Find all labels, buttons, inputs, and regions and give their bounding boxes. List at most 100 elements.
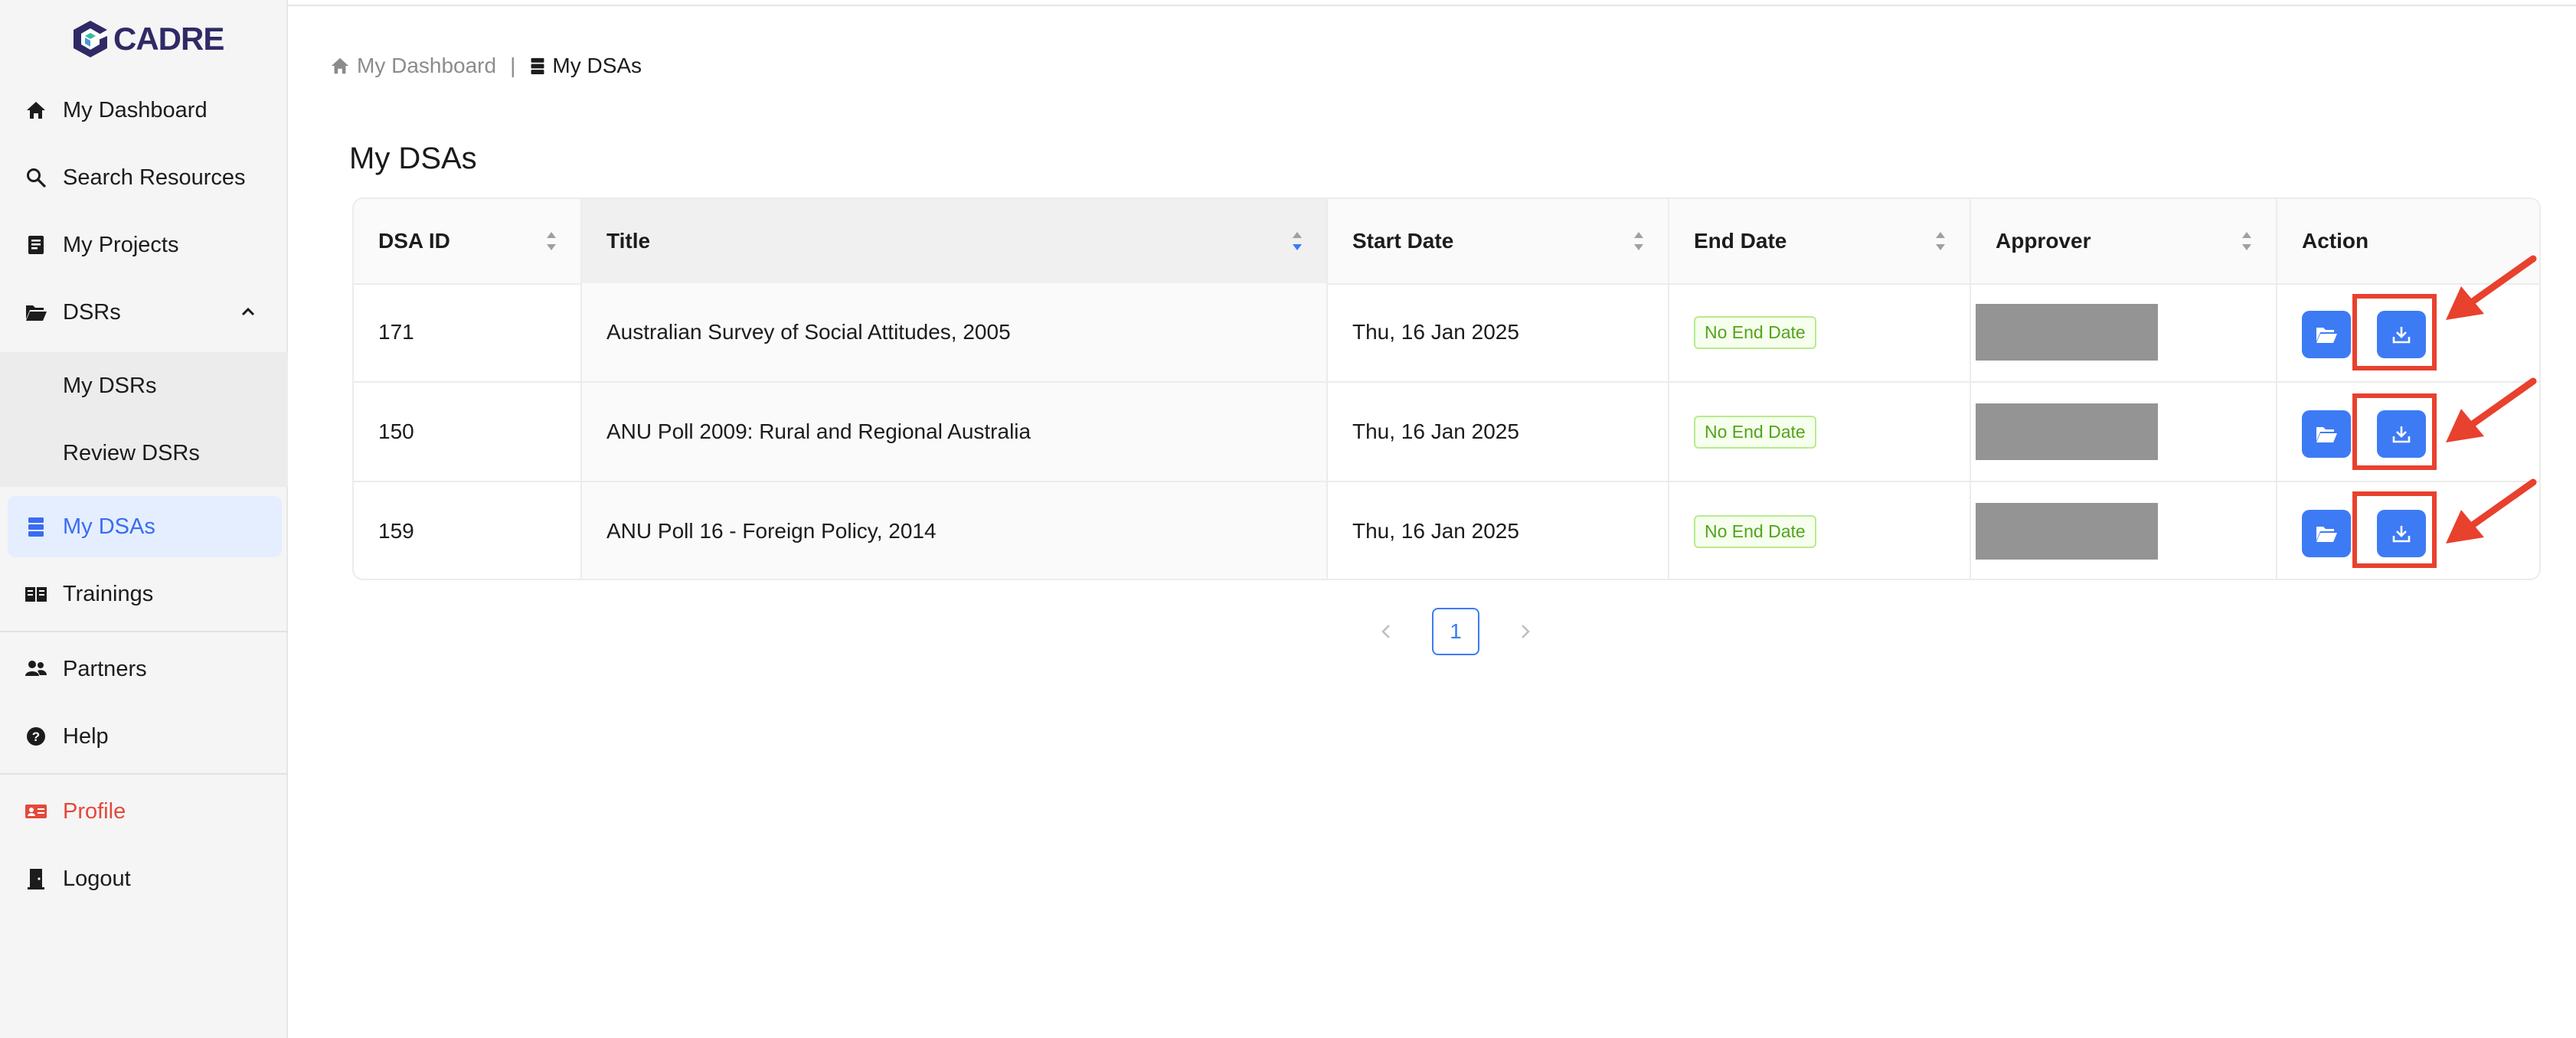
- sidebar-item-logout[interactable]: Logout: [0, 848, 288, 909]
- column-header-start-date[interactable]: Start Date: [1328, 199, 1669, 283]
- projects-icon: [25, 233, 47, 256]
- database-icon: [25, 515, 47, 538]
- cell-end-date: No End Date: [1669, 482, 1971, 579]
- table-row: 150 ANU Poll 2009: Rural and Regional Au…: [354, 383, 2539, 482]
- sidebar-item-label: My DSAs: [63, 514, 155, 539]
- page-title: My DSAs: [349, 141, 477, 175]
- logout-icon: [25, 867, 47, 890]
- sidebar-item-search-resources[interactable]: Search Resources: [0, 147, 288, 208]
- team-icon: [25, 658, 47, 681]
- open-folder-button[interactable]: [2302, 410, 2351, 458]
- sidebar-item-dsrs[interactable]: DSRs: [0, 282, 288, 343]
- cadre-logo-icon: [74, 21, 107, 57]
- cell-start-date: Thu, 16 Jan 2025: [1328, 283, 1669, 381]
- id-card-icon: [25, 800, 47, 823]
- column-header-end-date[interactable]: End Date: [1669, 199, 1971, 283]
- cell-approver: [1971, 383, 2277, 481]
- sort-icon[interactable]: [2241, 230, 2253, 253]
- column-header-label: DSA ID: [378, 229, 450, 253]
- prev-page-button[interactable]: [1371, 616, 1401, 647]
- redacted-approver: [1976, 403, 2158, 460]
- cell-approver: [1971, 482, 2277, 579]
- sidebar-item-label: Review DSRs: [63, 440, 200, 465]
- pagination: 1: [1371, 606, 1541, 657]
- top-border: [0, 0, 2576, 6]
- logo-text: CADRE: [113, 21, 224, 57]
- breadcrumb-home-link[interactable]: My Dashboard: [329, 54, 496, 78]
- sidebar-item-my-dashboard[interactable]: My Dashboard: [0, 80, 288, 141]
- annotation-highlight-box: [2352, 294, 2437, 370]
- open-folder-button[interactable]: [2302, 510, 2351, 557]
- cell-start-date: Thu, 16 Jan 2025: [1328, 482, 1669, 579]
- sidebar-item-review-dsrs[interactable]: Review DSRs: [0, 419, 288, 487]
- sidebar-item-label: My Dashboard: [63, 97, 208, 122]
- cell-end-date: No End Date: [1669, 283, 1971, 381]
- search-icon: [25, 166, 47, 189]
- annotation-arrow-icon: [2446, 377, 2537, 442]
- cell-start-date: Thu, 16 Jan 2025: [1328, 383, 1669, 481]
- breadcrumb-current: My DSAs: [529, 54, 642, 78]
- redacted-approver: [1976, 304, 2158, 361]
- column-header-title[interactable]: Title: [582, 199, 1328, 283]
- question-icon: ?: [25, 725, 47, 748]
- sidebar-item-profile[interactable]: Profile: [0, 781, 288, 842]
- open-folder-button[interactable]: [2302, 311, 2351, 358]
- home-icon: [25, 99, 47, 122]
- annotation-highlight-box: [2352, 491, 2437, 568]
- sidebar-item-partners[interactable]: Partners: [0, 638, 288, 700]
- home-icon: [331, 57, 349, 74]
- sidebar-item-label: My DSRs: [63, 373, 157, 398]
- column-header-dsa-id[interactable]: DSA ID: [354, 199, 582, 283]
- sidebar-item-label: Profile: [63, 798, 126, 824]
- database-icon: [531, 57, 544, 74]
- cell-end-date: No End Date: [1669, 383, 1971, 481]
- sidebar-item-label: DSRs: [63, 299, 121, 325]
- page-number-button[interactable]: 1: [1432, 608, 1479, 655]
- cell-title: ANU Poll 2009: Rural and Regional Austra…: [582, 383, 1328, 481]
- sidebar-item-label: My Projects: [63, 232, 179, 257]
- cell-approver: [1971, 283, 2277, 381]
- sidebar-item-trainings[interactable]: Trainings: [0, 563, 288, 625]
- folder-open-icon: [25, 301, 47, 324]
- breadcrumb-home-label: My Dashboard: [357, 54, 497, 77]
- chevron-up-icon: [241, 307, 255, 316]
- sidebar-item-my-dsrs[interactable]: My DSRs: [0, 352, 288, 419]
- column-header-label: Start Date: [1352, 229, 1454, 253]
- no-end-date-tag: No End Date: [1694, 514, 1816, 548]
- column-header-label: Title: [606, 229, 651, 253]
- sort-icon[interactable]: [1934, 230, 1947, 253]
- sidebar: CADRE My Dashboard Search Resources My P…: [0, 0, 288, 1038]
- no-end-date-tag: No End Date: [1694, 315, 1816, 349]
- cadre-logo[interactable]: CADRE: [70, 17, 224, 61]
- sidebar-item-my-dsas[interactable]: My DSAs: [8, 496, 282, 557]
- cell-dsa-id: 159: [354, 482, 582, 579]
- breadcrumb-separator: |: [510, 54, 516, 77]
- cell-title: ANU Poll 16 - Foreign Policy, 2014: [582, 482, 1328, 579]
- sidebar-divider: [0, 773, 288, 775]
- sidebar-item-my-projects[interactable]: My Projects: [0, 214, 288, 276]
- sort-icon[interactable]: [545, 230, 557, 253]
- sidebar-item-label: Logout: [63, 866, 131, 891]
- chevron-right-icon: [1522, 625, 1530, 638]
- annotation-highlight-box: [2352, 393, 2437, 470]
- column-header-approver[interactable]: Approver: [1971, 199, 2277, 283]
- chevron-left-icon: [1381, 625, 1390, 638]
- table-header: DSA ID Title Start Date End Date Approve…: [354, 199, 2539, 285]
- sort-icon[interactable]: [1633, 230, 1645, 253]
- folder-open-icon: [2316, 427, 2337, 442]
- dsa-table: DSA ID Title Start Date End Date Approve…: [352, 197, 2541, 580]
- table-row: 159 ANU Poll 16 - Foreign Policy, 2014 T…: [354, 482, 2539, 579]
- column-header-label: Action: [2302, 229, 2369, 253]
- annotation-arrow-icon: [2446, 255, 2537, 320]
- column-header-label: Approver: [1996, 229, 2091, 253]
- svg-text:?: ?: [32, 730, 40, 744]
- sidebar-item-label: Help: [63, 723, 109, 749]
- sidebar-divider: [0, 631, 288, 632]
- next-page-button[interactable]: [1510, 616, 1541, 647]
- table-row: 171 Australian Survey of Social Attitude…: [354, 283, 2539, 383]
- sidebar-item-help[interactable]: ? Help: [0, 706, 288, 767]
- breadcrumb-current-label: My DSAs: [552, 54, 642, 77]
- annotation-arrow-icon: [2446, 478, 2537, 543]
- sort-descending-icon[interactable]: [1291, 230, 1303, 253]
- column-header-label: End Date: [1694, 229, 1787, 253]
